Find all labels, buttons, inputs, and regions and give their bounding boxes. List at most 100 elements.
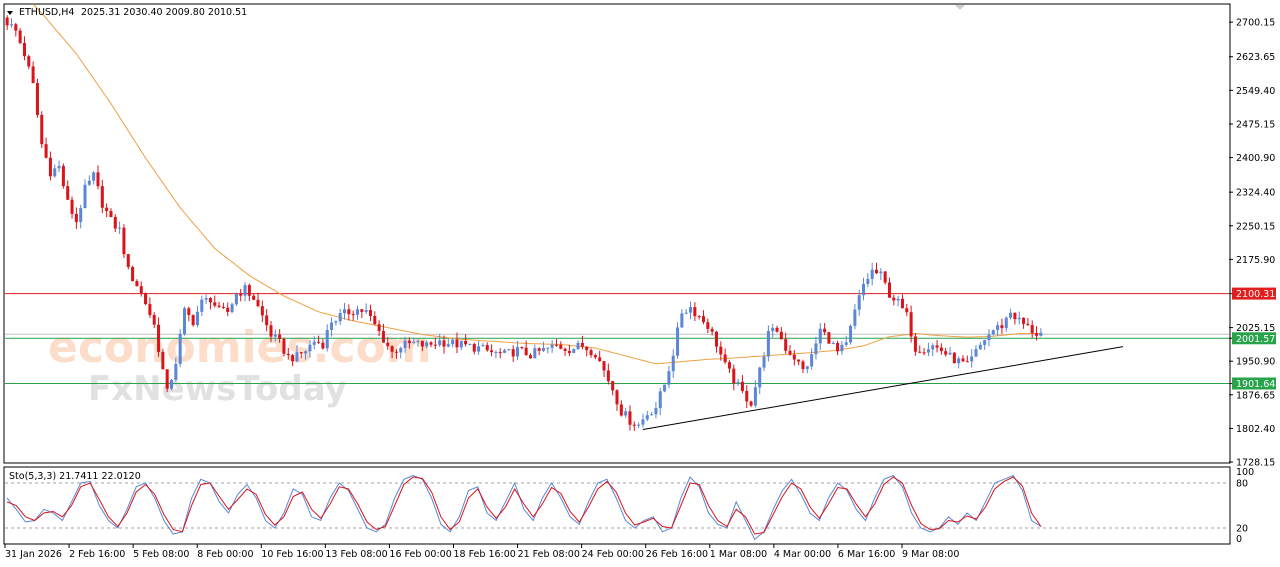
candle-body [1022,317,1026,324]
candle-body [520,347,524,349]
candle-body [978,344,982,350]
candle-body [805,366,809,370]
candle-body [589,350,593,356]
candle-body [792,354,796,360]
price-level-label: 2100.31 [1236,289,1275,300]
candle-body [550,344,554,348]
candle-body [321,342,325,349]
time-tick-label: 6 Mar 16:00 [838,549,895,560]
stochastic-tick-label: 20 [1236,524,1248,535]
candle-body [818,328,822,344]
candle-body [217,305,221,307]
candle-body [831,342,835,344]
candle-body [654,408,658,415]
candle-body [403,340,407,349]
candle-body [779,331,783,340]
candle-body [269,325,273,337]
stochastic-tick-label: 100 [1236,467,1254,478]
price-axis: 2700.15 2623.65 2549.40 2475.15 2400.90 2324.… [1229,18,1276,469]
time-tick-label: 13 Feb 08:00 [325,549,387,560]
candle-body [230,304,234,313]
time-axis: 31 Jan 2026 2 Feb 16:00 5 Feb 08:00 8 Feb 0… [4,544,959,560]
candle-body [580,342,584,347]
candle-body [905,308,909,313]
candle-body [394,351,398,353]
candle-body [719,346,723,355]
candle-body [701,316,706,323]
candle-body [1039,332,1043,336]
candle-body [697,316,701,318]
candle-body [347,309,351,315]
candle-body [239,293,243,296]
candle-body [836,342,840,352]
time-tick-label: 26 Feb 16:00 [646,549,708,560]
candle-body [412,341,416,344]
candle-body [840,344,844,352]
candle-body [105,207,109,211]
candle-body [325,329,329,349]
candle-body [187,308,191,315]
candle-body [87,180,91,185]
candle-body [784,339,788,351]
time-tick-label: 2 Feb 16:00 [69,549,125,560]
candle-body [576,342,580,350]
time-tick-label: 5 Feb 08:00 [133,549,189,560]
candle-body [1035,333,1039,336]
candle-body [801,361,805,370]
candle-body [528,355,533,359]
candle-body [472,343,476,352]
candle-body [827,332,831,344]
candle-body [429,342,433,345]
candle-body [853,309,857,326]
candle-body [857,295,861,310]
candle-body [944,351,948,355]
stochastic-title: Sto(5,3,3) 21.7411 22.0120 [9,471,141,482]
candle-body [291,355,295,362]
candle-body [680,313,684,328]
candle-body [304,351,308,354]
candle-body [1009,312,1013,318]
candle-body [732,368,736,384]
candle-body [490,350,494,353]
candle-body [593,355,597,358]
candle-body [295,352,299,362]
candle-body [70,199,74,214]
candle-body [965,361,969,363]
time-tick-label: 21 Feb 08:00 [518,549,580,560]
candle-body [996,325,1000,331]
candle-body [740,381,744,391]
candle-body [66,186,70,200]
watermark-economies: economies.com [48,322,432,373]
candle-body [53,168,57,177]
candle-body [983,340,987,345]
candle-body [641,419,645,425]
candle-body [511,349,515,357]
candle-body [286,353,290,356]
time-tick-label: 16 Feb 00:00 [389,549,451,560]
candle-body [126,254,130,267]
candle-body [477,346,481,352]
candle-body [144,293,148,305]
candle-body [5,17,9,26]
candle-body [481,345,485,347]
candle-body [299,352,303,354]
price-tick-label: 2250.15 [1236,221,1275,232]
stochastic-tick-label: 0 [1236,534,1242,545]
candle-body [312,341,316,345]
candle-body [823,328,827,333]
candle-body [191,314,195,326]
candle-body [650,414,654,416]
candle-body [991,330,995,335]
candle-body [693,307,697,317]
candle-body [442,340,446,347]
candle-body [926,349,930,353]
price-tick-label: 2549.40 [1236,86,1275,97]
candle-body [386,342,390,347]
candle-body [113,216,117,229]
candle-body [161,351,165,370]
candle-body [79,208,83,223]
candle-body [736,381,740,384]
candle-body [407,340,411,344]
ohlc-values: 2025.31 2030.40 2009.80 2010.51 [81,7,247,18]
candle-body [48,157,52,177]
